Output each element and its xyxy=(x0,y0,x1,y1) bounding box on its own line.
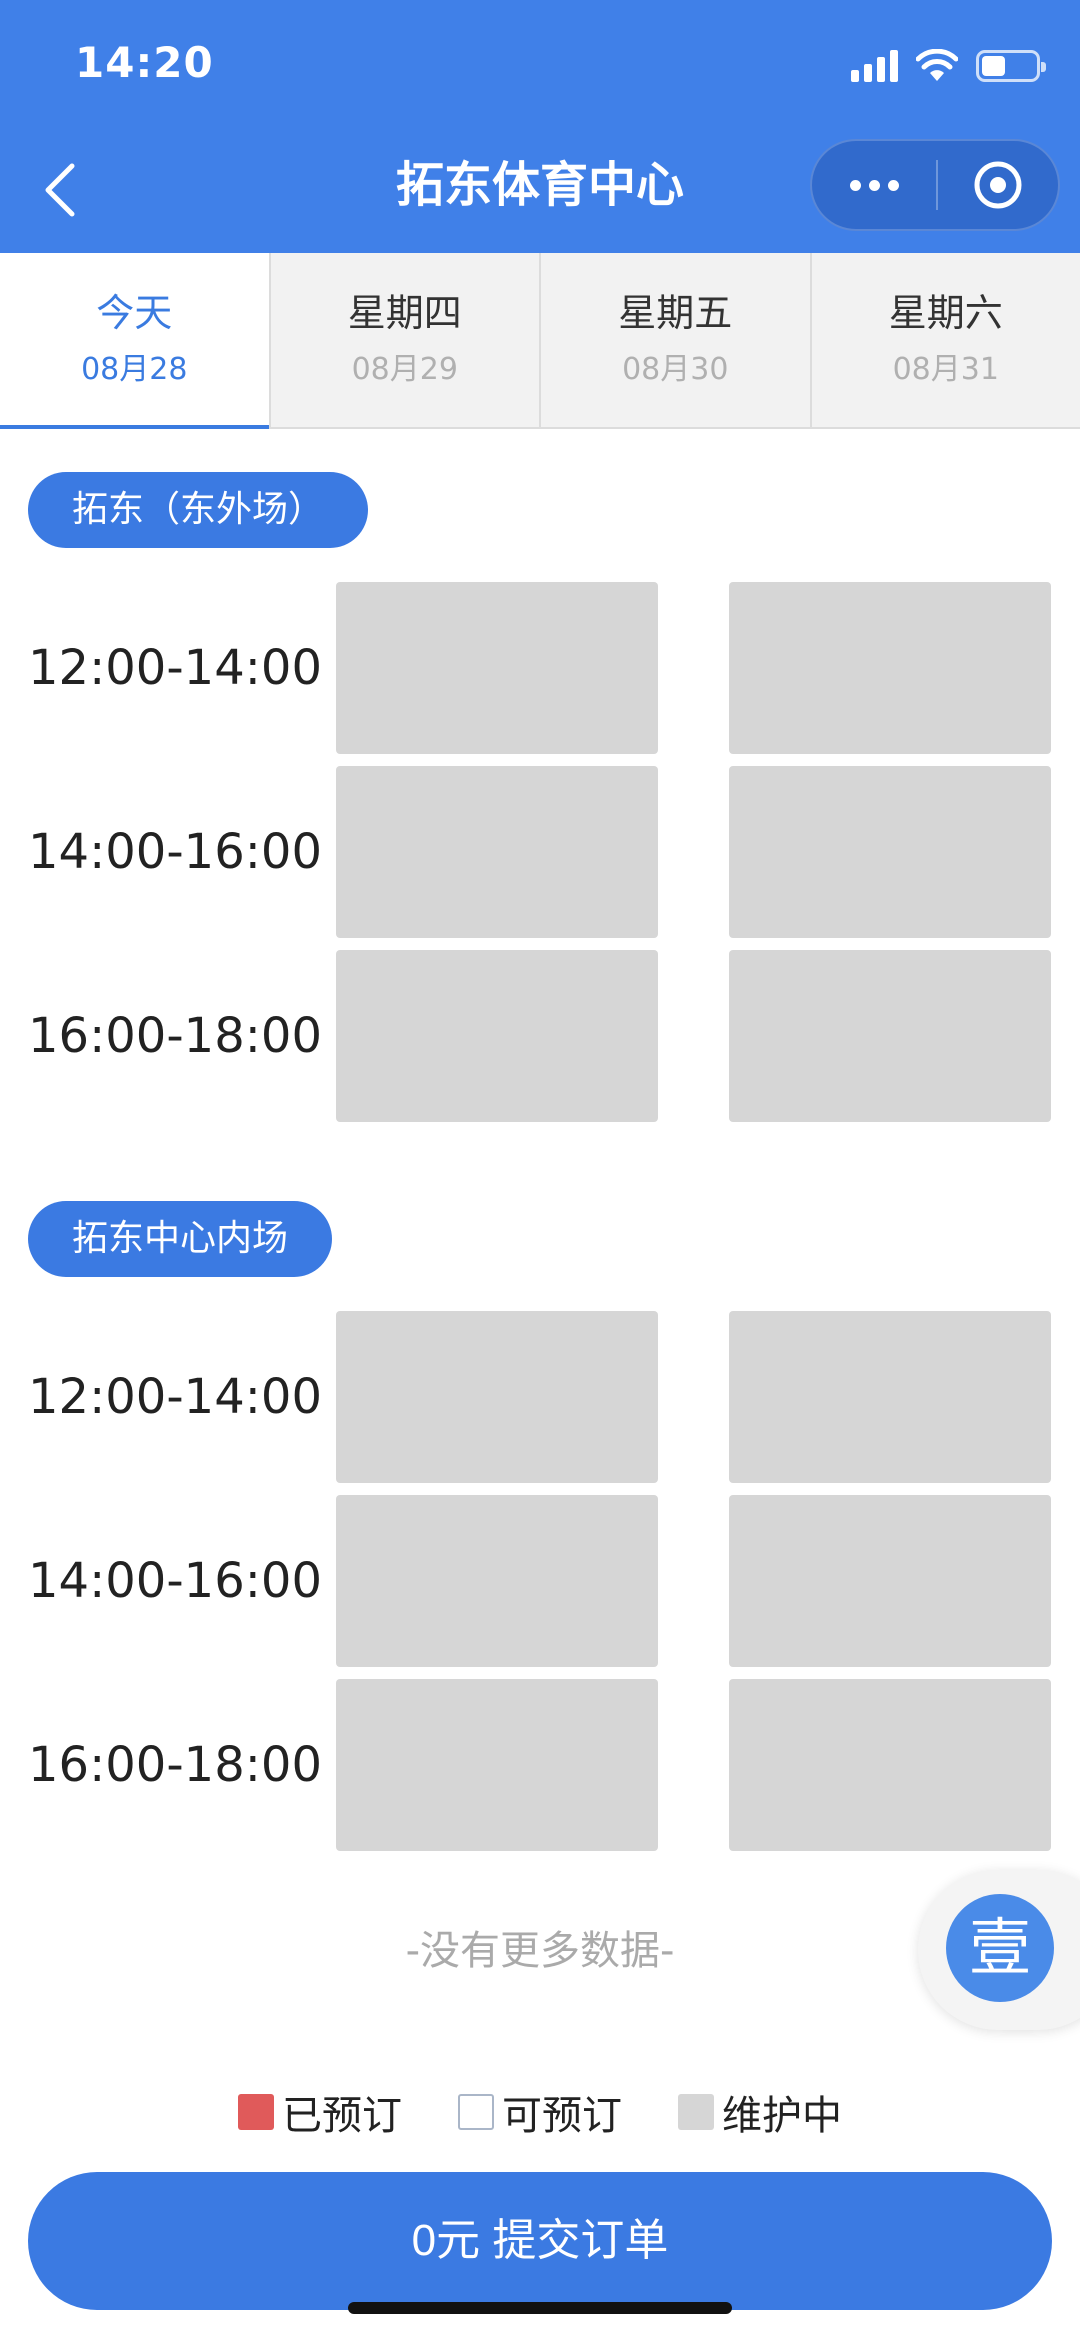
court-slot-maintenance xyxy=(336,1679,658,1851)
court-slot-maintenance xyxy=(729,1495,1051,1667)
available-swatch-icon xyxy=(458,2094,494,2130)
tab-day-label: 星期五 xyxy=(618,291,733,335)
tab-date-label: 08月29 xyxy=(351,352,458,387)
status-legend: 已预订 可预订 维护中 xyxy=(0,2082,1080,2142)
time-slot-row: 14:00-16:00 xyxy=(0,766,1080,938)
venue-title: 拓东中心内场 xyxy=(28,1201,333,1277)
tab-date-label: 08月28 xyxy=(81,352,188,387)
slot-time: 12:00-14:00 xyxy=(28,640,322,696)
more-dots-icon xyxy=(849,179,861,191)
wifi-icon xyxy=(916,49,958,81)
slot-time: 16:00-18:00 xyxy=(28,1008,322,1064)
court-slot-maintenance xyxy=(729,766,1051,938)
status-icons xyxy=(851,44,1046,88)
tab-day-label: 今天 xyxy=(96,291,173,335)
time-slot-row: 16:00-18:00 xyxy=(0,1679,1080,1851)
date-tab-saturday[interactable]: 星期六 08月31 xyxy=(811,253,1080,427)
slot-time: 14:00-16:00 xyxy=(28,1553,322,1609)
court-slot-maintenance xyxy=(729,582,1051,754)
close-button[interactable] xyxy=(938,141,1058,229)
time-slot-row: 16:00-18:00 xyxy=(0,950,1080,1122)
slot-time: 16:00-18:00 xyxy=(28,1737,322,1793)
maintenance-swatch-icon xyxy=(678,2094,714,2130)
booked-swatch-icon xyxy=(238,2094,274,2130)
more-button[interactable] xyxy=(812,141,936,229)
slot-time: 12:00-14:00 xyxy=(28,1369,322,1425)
home-indicator xyxy=(348,2302,732,2314)
slot-time: 14:00-16:00 xyxy=(28,824,322,880)
legend-available: 可预订 xyxy=(458,2083,622,2141)
venue-title: 拓东（东外场） xyxy=(28,472,369,548)
date-tab-today[interactable]: 今天 08月28 xyxy=(0,253,271,429)
time-slot-row: 12:00-14:00 xyxy=(0,582,1080,754)
court-slot-maintenance xyxy=(336,1311,658,1483)
court-slot-maintenance xyxy=(729,950,1051,1122)
header: 14:20 拓东体育中心 xyxy=(0,0,1080,253)
tab-day-label: 星期六 xyxy=(888,291,1003,335)
tab-date-label: 08月31 xyxy=(892,352,999,387)
court-slot-maintenance xyxy=(729,1311,1051,1483)
floating-assistant-button[interactable]: 壹 xyxy=(918,1870,1080,2030)
date-tab-thursday[interactable]: 星期四 08月29 xyxy=(270,253,541,427)
status-time: 14:20 xyxy=(75,38,214,87)
legend-maintenance: 维护中 xyxy=(678,2083,842,2141)
legend-label: 可预订 xyxy=(502,2093,622,2139)
court-slot-maintenance xyxy=(336,1495,658,1667)
date-tab-friday[interactable]: 星期五 08月30 xyxy=(541,253,812,427)
signal-icon xyxy=(851,50,898,82)
assistant-badge-icon: 壹 xyxy=(946,1894,1054,2002)
court-slot-maintenance xyxy=(336,766,658,938)
submit-order-button[interactable]: 0元 提交订单 xyxy=(28,2172,1052,2310)
time-slot-row: 12:00-14:00 xyxy=(0,1311,1080,1483)
court-slot-maintenance xyxy=(336,582,658,754)
time-slot-row: 14:00-16:00 xyxy=(0,1495,1080,1667)
target-close-icon xyxy=(974,161,1022,209)
tab-date-label: 08月30 xyxy=(622,352,729,387)
tab-day-label: 星期四 xyxy=(347,291,462,335)
miniprogram-capsule xyxy=(810,139,1060,231)
legend-label: 维护中 xyxy=(722,2093,842,2139)
court-slot-maintenance xyxy=(729,1679,1051,1851)
court-slot-maintenance xyxy=(336,950,658,1122)
date-tabs: 今天 08月28 星期四 08月29 星期五 08月30 星期六 08月31 xyxy=(0,253,1080,429)
legend-booked: 已预订 xyxy=(238,2083,402,2141)
legend-label: 已预订 xyxy=(282,2093,402,2139)
battery-icon xyxy=(976,50,1046,82)
